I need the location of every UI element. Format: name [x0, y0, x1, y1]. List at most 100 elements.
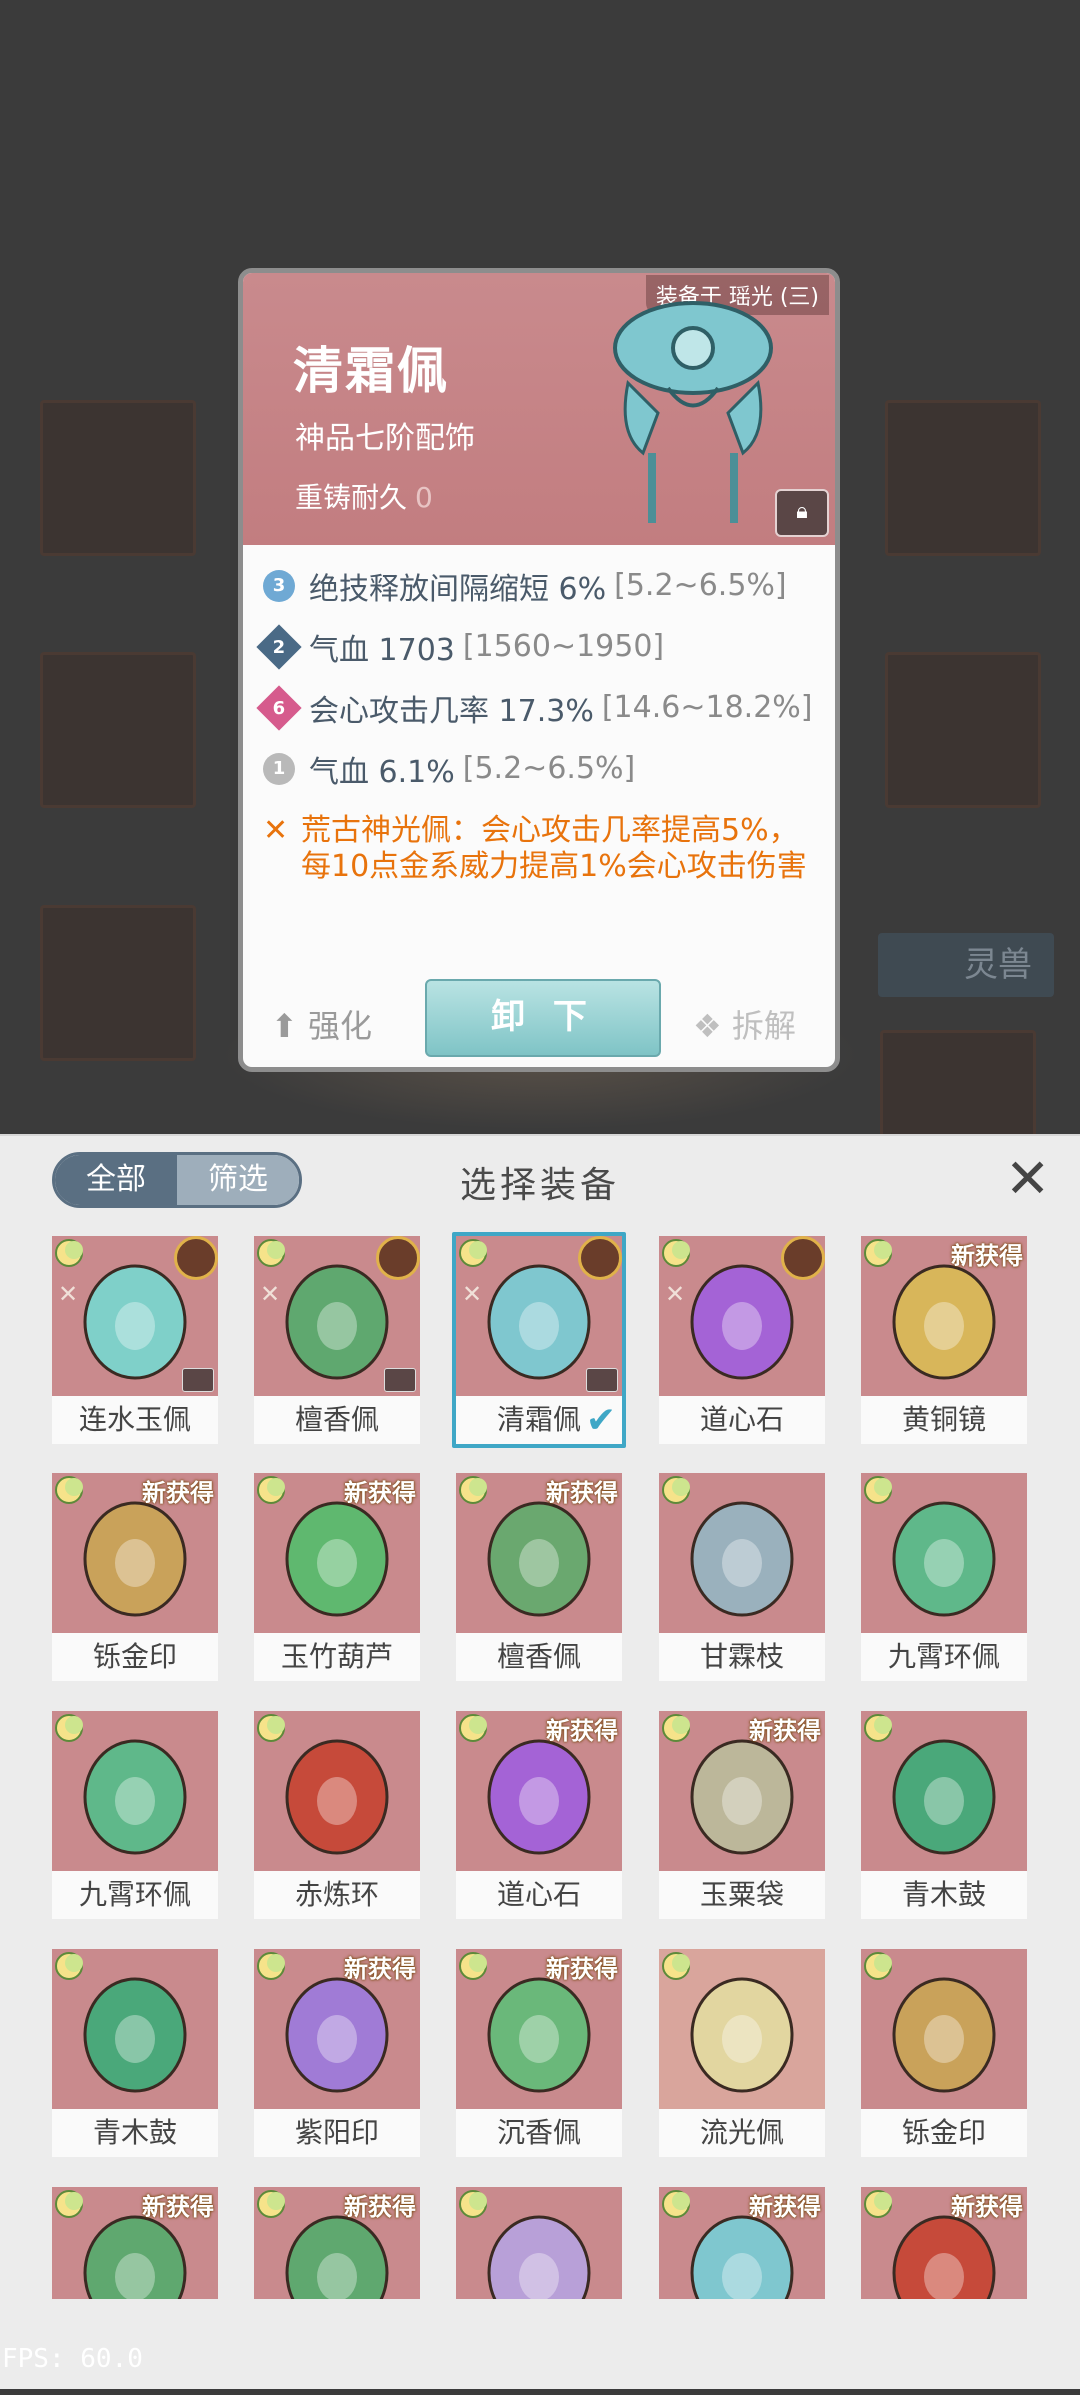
equipment-thumbnail [861, 1473, 1027, 1633]
moon-badge-icon [256, 1238, 286, 1268]
equipment-item[interactable] [456, 2187, 622, 2395]
lock-icon [384, 1368, 416, 1392]
equipment-item[interactable]: 铄金印 [861, 1949, 1027, 2157]
moon-badge-icon [54, 1475, 84, 1505]
stat-row: 3 绝技释放间隔缩短 6% [5.2~6.5%] [243, 555, 835, 616]
select-equipment-panel: 全部 筛选 选择装备 ✕ ✕ 连水玉佩 ✕ 檀香佩 ✕ 清霜佩 ✔ ✕ 道心石 新获得 黄铜镜 新获得… [0, 1134, 1080, 2389]
equipment-thumbnail: 新获得 [659, 2187, 825, 2299]
stat-row: 2 气血 1703 [1560~1950] [243, 616, 835, 677]
equipment-name: 玉粟袋 [659, 1871, 825, 1919]
equipment-item[interactable]: 新获得黄铜镜 [861, 1236, 1027, 1444]
stat-row: 1 气血 6.1% [5.2~6.5%] [243, 738, 835, 799]
lock-icon [182, 1368, 214, 1392]
new-badge: 新获得 [951, 1242, 1023, 1270]
moon-badge-icon [54, 1951, 84, 1981]
equipment-item[interactable]: 新获得 玉粟袋 [659, 1711, 825, 1919]
moon-badge-icon [863, 2189, 893, 2219]
moon-badge-icon [863, 1713, 893, 1743]
equipment-thumbnail [861, 1711, 1027, 1871]
equipment-name: 铄金印 [52, 1633, 218, 1681]
equipment-item[interactable]: 新获得 [659, 2187, 825, 2395]
panel-title: 选择装备 [459, 1165, 620, 1206]
bg-equip-slot [40, 400, 196, 556]
equipment-name: 黄铜镜 [861, 1396, 1027, 1444]
equipment-thumbnail [861, 1949, 1027, 2109]
equipment-item[interactable]: 新获得紫阳印 [254, 1949, 420, 2157]
moon-badge-icon [54, 1238, 84, 1268]
gem-icon: 1 [263, 752, 295, 785]
moon-badge-icon [458, 1951, 488, 1981]
up-arrow-icon: ⬆ [271, 1007, 298, 1045]
stats-list: 3 绝技释放间隔缩短 6% [5.2~6.5%] 2 气血 1703 [1560… [243, 555, 835, 799]
moon-badge-icon [256, 1713, 286, 1743]
equipment-item[interactable]: 新获得 [861, 2187, 1027, 2395]
new-badge: 新获得 [344, 1955, 416, 1983]
equipment-item[interactable]: 新获得 [254, 2187, 420, 2395]
moon-badge-icon [661, 1713, 691, 1743]
lock-button[interactable]: 🔒︎ [775, 489, 829, 537]
moon-badge-icon [458, 1713, 488, 1743]
equipment-thumbnail: ✕ [52, 1236, 218, 1396]
item-name: 清霜佩 [293, 342, 449, 400]
new-badge: 新获得 [951, 2193, 1023, 2221]
bg-equip-slot [885, 652, 1041, 808]
equipment-thumbnail: 新获得 [52, 2187, 218, 2299]
equipment-thumbnail: 新获得 [254, 1473, 420, 1633]
new-badge: 新获得 [546, 1717, 618, 1745]
equipment-item[interactable]: 新获得 沉香佩 [456, 1949, 622, 2157]
moon-badge-icon [458, 2189, 488, 2219]
equipment-item[interactable]: 青木鼓 [861, 1711, 1027, 1919]
equipment-item[interactable]: 新获得铄金印 [52, 1473, 218, 1681]
equipment-name: 九霄环佩 [861, 1633, 1027, 1681]
equipment-item[interactable]: ✕ 连水玉佩 [52, 1236, 218, 1444]
equipment-name: 檀香佩 [456, 1633, 622, 1681]
gem-icon: 3 [263, 569, 295, 602]
equipment-thumbnail: 新获得 [456, 1949, 622, 2109]
stat-row: 6 会心攻击几率 17.3% [14.6~18.2%] [243, 677, 835, 738]
character-portrait-icon [174, 1236, 218, 1280]
equipment-name: 道心石 [456, 1871, 622, 1919]
moon-badge-icon [661, 1238, 691, 1268]
new-badge: 新获得 [344, 2193, 416, 2221]
equipment-detail-card: 装备于 瑶光 (三) 清霜佩 神品七阶配饰 重铸耐久 0 🔒︎ 3 绝技释放间隔缩… [238, 268, 840, 1072]
equipment-item[interactable]: 九霄环佩 [861, 1473, 1027, 1681]
equipment-thumbnail: 新获得 [456, 1711, 622, 1871]
equipment-thumbnail [659, 1473, 825, 1633]
close-icon[interactable]: ✕ [1005, 1152, 1050, 1206]
equipment-name: 紫阳印 [254, 2109, 420, 2157]
equipment-name: 连水玉佩 [52, 1396, 218, 1444]
moon-badge-icon [458, 1475, 488, 1505]
equipment-item[interactable]: ✕ 清霜佩 ✔ [452, 1232, 626, 1448]
equipment-item[interactable]: 新获得 檀香佩 [456, 1473, 622, 1681]
equipment-thumbnail: 新获得 [659, 1711, 825, 1871]
moon-badge-icon [661, 1475, 691, 1505]
equipment-item[interactable]: 甘霖枝 [659, 1473, 825, 1681]
equipment-thumbnail: 新获得 [254, 1949, 420, 2109]
bg-equip-slot [40, 905, 196, 1061]
equipment-item[interactable]: 赤炼环 [254, 1711, 420, 1919]
moon-badge-icon [863, 1951, 893, 1981]
character-portrait-icon [376, 1236, 420, 1280]
equipment-item[interactable]: ✕ 道心石 [659, 1236, 825, 1444]
equipment-item[interactable]: 九霄环佩 [52, 1711, 218, 1919]
new-badge: 新获得 [142, 1479, 214, 1507]
item-durability: 重铸耐久 0 [295, 481, 433, 514]
item-grade: 神品七阶配饰 [295, 421, 475, 456]
card-header: 装备于 瑶光 (三) 清霜佩 神品七阶配饰 重铸耐久 0 🔒︎ [243, 273, 835, 545]
unequip-button[interactable]: 卸 下 [425, 979, 661, 1057]
bg-equip-slot [885, 400, 1041, 556]
dismantle-button[interactable]: ❖ 拆解 [693, 1001, 796, 1047]
equipment-thumbnail: 新获得 [861, 2187, 1027, 2299]
equipment-item[interactable]: 新获得道心石 [456, 1711, 622, 1919]
equipment-item[interactable]: 青木鼓 [52, 1949, 218, 2157]
equipment-item[interactable]: ✕ 檀香佩 [254, 1236, 420, 1444]
strengthen-button[interactable]: ⬆ 强化 [271, 1001, 372, 1047]
equipment-item[interactable]: 流光佩 [659, 1949, 825, 2157]
equipment-item[interactable]: 新获得 玉竹葫芦 [254, 1473, 420, 1681]
dismantle-icon: ❖ [693, 1007, 722, 1045]
moon-badge-icon [661, 2189, 691, 2219]
new-badge: 新获得 [344, 1479, 416, 1507]
fps-counter: FPS: 60.0 [2, 2344, 143, 2374]
jade-pendant-art [613, 301, 773, 523]
equipment-name: 流光佩 [659, 2109, 825, 2157]
